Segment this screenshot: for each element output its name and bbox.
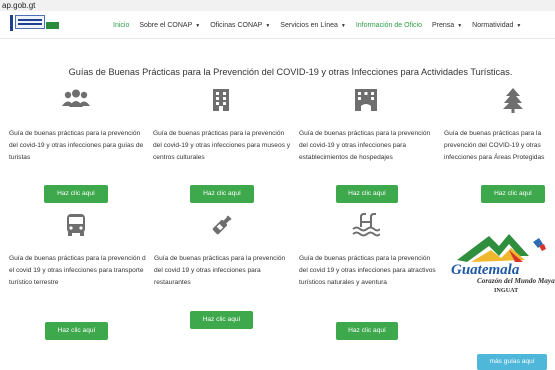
main-menu: Inicio Sobre el CONAP ▼ Oficinas CONAP ▼ S… xyxy=(113,11,531,39)
bottle-icon xyxy=(210,213,234,237)
haz-clic-button-hospedajes[interactable]: Haz clic aquí xyxy=(336,185,398,203)
nav-label: Sobre el CONAP xyxy=(139,21,193,29)
guide-description: Guía de buenas prácticas para la prevenc… xyxy=(9,255,146,287)
building-icon xyxy=(210,88,234,112)
nav-inicio[interactable]: Inicio xyxy=(113,22,129,29)
guide-description: Guía de buenas prácticas para la prevenc… xyxy=(9,130,144,162)
inguat-org: INGUAT xyxy=(494,287,519,294)
browser-url-bar[interactable]: ap.gob.gt xyxy=(0,0,555,11)
top-navbar: Inicio Sobre el CONAP ▼ Oficinas CONAP ▼ S… xyxy=(0,11,555,39)
caret-down-icon: ▼ xyxy=(340,22,346,29)
nav-label: Prensa xyxy=(432,21,455,29)
guide-description: Guía de buenas prácticas para la prevenc… xyxy=(444,130,545,162)
haz-clic-button-museos[interactable]: Haz clic aquí xyxy=(190,185,254,203)
guatemala-word: Guatemala xyxy=(451,262,520,278)
tree-icon xyxy=(502,88,526,113)
page-title: Guías de Buenas Prácticas para la Preven… xyxy=(68,67,513,77)
nav-informacion-oficio[interactable]: Información de Oficio xyxy=(356,22,422,29)
logo-tag xyxy=(46,22,59,29)
caret-down-icon: ▼ xyxy=(457,22,463,29)
haz-clic-button-restaurantes[interactable]: Haz clic aquí xyxy=(190,311,253,329)
caret-down-icon: ▼ xyxy=(195,22,201,29)
guide-description: Guía de buenas prácticas para la prevenc… xyxy=(153,130,291,162)
caret-down-icon: ▼ xyxy=(265,22,271,29)
guatemala-wordmark-icon: Guatemala xyxy=(451,234,546,278)
guide-description: Guía de buenas prácticas para la prevenc… xyxy=(299,130,431,162)
logo-bar xyxy=(10,15,13,31)
url-text: ap.gob.gt xyxy=(2,1,36,10)
nav-normatividad[interactable]: Normatividad ▼ xyxy=(472,22,521,29)
nav-oficinas-conap[interactable]: Oficinas CONAP ▼ xyxy=(210,22,270,29)
guide-description: Guía de buenas prácticas para la prevenc… xyxy=(154,255,286,287)
swimmer-icon xyxy=(352,213,381,237)
nav-sobre-conap[interactable]: Sobre el CONAP ▼ xyxy=(139,22,200,29)
haz-clic-button-guias-turistas[interactable]: Haz clic aquí xyxy=(44,185,108,203)
guide-description: Guía de buenas prácticas para la prevenc… xyxy=(299,255,436,287)
nav-label: Inicio xyxy=(113,21,130,29)
bus-icon xyxy=(65,213,89,237)
haz-clic-button-atractivos[interactable]: Haz clic aquí xyxy=(336,322,398,340)
nav-label: Oficinas CONAP xyxy=(210,21,263,29)
nav-prensa[interactable]: Prensa ▼ xyxy=(432,22,462,29)
caret-down-icon: ▼ xyxy=(516,22,522,29)
mas-guias-button[interactable]: más guías aquí xyxy=(477,354,547,370)
nav-servicios-linea[interactable]: Servicios en Línea ▼ xyxy=(280,22,346,29)
haz-clic-button-transporte[interactable]: Haz clic aquí xyxy=(45,322,108,340)
hotel-icon xyxy=(353,88,377,112)
haz-clic-button-areas-protegidas[interactable]: Haz clic aquí xyxy=(481,185,545,203)
nav-label: Información de Oficio xyxy=(355,21,422,29)
nav-label: Normatividad xyxy=(472,21,514,29)
inguat-tagline: Corazón del Mundo Maya xyxy=(477,277,555,285)
nav-label: Servicios en Línea xyxy=(280,21,338,29)
inguat-logo[interactable]: Guatemala Corazón del Mundo Maya INGUAT xyxy=(449,230,555,310)
conap-logo[interactable] xyxy=(10,13,59,36)
group-icon xyxy=(61,88,90,112)
logo-crest xyxy=(15,15,45,29)
